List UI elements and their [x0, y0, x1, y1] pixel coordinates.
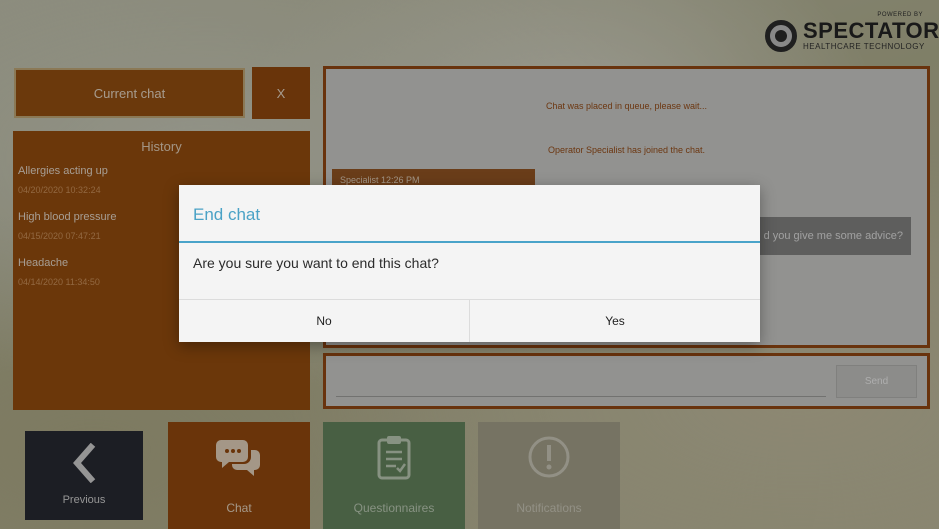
dialog-button-row: No Yes — [179, 299, 760, 342]
dialog-message: Are you sure you want to end this chat? — [193, 255, 439, 271]
no-button-label: No — [316, 314, 332, 328]
end-chat-dialog: End chat Are you sure you want to end th… — [179, 185, 760, 342]
yes-button[interactable]: Yes — [469, 300, 760, 342]
dialog-divider — [179, 241, 760, 243]
dialog-title: End chat — [193, 205, 261, 224]
yes-button-label: Yes — [605, 314, 625, 328]
no-button[interactable]: No — [179, 300, 469, 342]
